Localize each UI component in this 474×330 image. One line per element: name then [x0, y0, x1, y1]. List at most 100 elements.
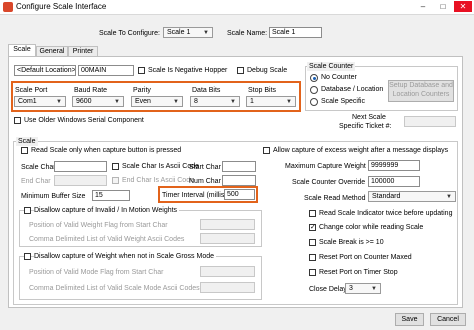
database-location-label: Database / Location [321, 86, 384, 93]
scale-break-label: Scale Break is >= 10 [319, 239, 384, 246]
scale-break-checkbox[interactable] [309, 239, 316, 246]
scale-char-ascii-checkbox[interactable] [112, 163, 119, 170]
reset-port-counter-checkbox[interactable] [309, 254, 316, 261]
end-char-label: End Char [21, 178, 51, 185]
parity-value: Even [135, 98, 151, 105]
debug-scale-label: Debug Scale [247, 67, 288, 74]
gross-position-label: Position of Valid Mode Flag from Start C… [29, 269, 164, 276]
disallow-gross-label: Disallow capture of Weight when not in S… [34, 252, 217, 261]
disallow-motion-checkbox[interactable] [24, 207, 31, 214]
disallow-gross-checkbox[interactable] [24, 253, 31, 260]
gross-comma-input[interactable] [200, 282, 255, 293]
chevron-down-icon: ▼ [203, 30, 209, 36]
start-char-label: Start Char [189, 164, 221, 171]
stop-bits-select[interactable]: 1 ▼ [246, 96, 296, 107]
baud-rate-label: Baud Rate [74, 87, 108, 94]
database-location-radio[interactable] [310, 86, 318, 94]
allow-excess-label: Allow capture of excess weight after a m… [273, 147, 449, 154]
data-bits-select[interactable]: 8 ▼ [190, 96, 240, 107]
use-older-windows-checkbox[interactable] [14, 117, 21, 124]
read-twice-checkbox[interactable] [309, 210, 316, 217]
max-capture-label: Maximum Capture Weight [285, 163, 366, 170]
disallow-motion-label: Disallow capture of Invalid / In Motion … [34, 206, 180, 215]
setup-counters-line2: Location Counters [392, 91, 450, 98]
read-scale-checkbox[interactable] [21, 147, 28, 154]
save-button[interactable]: Save [395, 313, 424, 326]
scale-name-label: Scale Name: [227, 30, 268, 37]
allow-excess-checkbox[interactable] [263, 147, 270, 154]
stop-bits-value: 1 [250, 98, 254, 105]
setup-counters-line1: Setup Database and [389, 82, 453, 89]
chevron-down-icon: ▼ [371, 286, 377, 292]
default-location-field[interactable]: <Default Location> [14, 65, 76, 76]
scale-specific-radio[interactable] [310, 98, 318, 106]
gross-position-input[interactable] [200, 266, 255, 277]
chevron-down-icon: ▼ [446, 194, 452, 200]
reset-port-timer-label: Reset Port on Timer Stop [319, 269, 398, 276]
close-delay-label: Close Delay [309, 286, 347, 293]
scale-name-input[interactable]: Scale 1 [269, 27, 322, 38]
min-buffer-label: Minimum Buffer Size [21, 193, 86, 200]
location-code-field[interactable]: 00MAIN [78, 65, 134, 76]
end-char-ascii-label: End Char Is Ascii Code [122, 177, 194, 184]
gross-mode-group [19, 256, 262, 300]
use-older-windows-label: Use Older Windows Serial Component [24, 117, 144, 124]
motion-comma-label: Comma Delimited List of Valid Weight Asc… [29, 236, 185, 243]
scale-specific-label: Scale Specific [321, 98, 365, 105]
cancel-button[interactable]: Cancel [430, 313, 466, 326]
save-button-label: Save [401, 316, 418, 323]
data-bits-label: Data Bits [192, 87, 221, 94]
stop-bits-label: Stop Bits [248, 87, 277, 94]
no-counter-label: No Counter [321, 74, 357, 81]
minimize-button[interactable]: – [414, 1, 432, 12]
min-buffer-input[interactable]: 15 [92, 190, 130, 201]
change-color-checkbox[interactable]: ✓ [309, 224, 316, 231]
negative-hopper-label: Scale Is Negative Hopper [148, 67, 228, 74]
end-char-ascii-checkbox[interactable] [112, 177, 119, 184]
change-color-label: Change color while reading Scale [319, 224, 424, 231]
parity-label: Parity [133, 87, 151, 94]
scale-port-label: Scale Port [15, 87, 48, 94]
baud-rate-value: 9600 [76, 98, 92, 105]
scale-to-configure-select[interactable]: Scale 1 ▼ [163, 27, 213, 38]
motion-position-input[interactable] [200, 219, 255, 230]
motion-position-label: Position of Valid Weight Flag from Start… [29, 222, 168, 229]
negative-hopper-checkbox[interactable] [138, 67, 145, 74]
next-ticket-label-1: Next Scale [352, 114, 386, 121]
reset-port-timer-checkbox[interactable] [309, 269, 316, 276]
scale-char-label: Scale Char [21, 164, 56, 171]
timer-interval-input[interactable]: 500 [224, 189, 255, 200]
read-method-select[interactable]: Standard ▼ [368, 191, 456, 202]
gross-comma-label: Comma Delimited List of Valid Scale Mode… [29, 285, 200, 292]
maximize-button[interactable]: □ [434, 1, 452, 12]
scale-char-input[interactable] [54, 161, 107, 172]
chevron-down-icon: ▼ [230, 99, 236, 105]
setup-counters-button[interactable]: Setup Database and Location Counters [388, 80, 454, 102]
end-char-input[interactable] [54, 175, 107, 186]
debug-scale-checkbox[interactable] [237, 67, 244, 74]
scale-to-configure-value: Scale 1 [167, 29, 191, 36]
motion-comma-input[interactable] [200, 233, 255, 244]
read-scale-label: Read Scale only when capture button is p… [31, 147, 182, 154]
counter-override-input[interactable]: 100000 [368, 176, 420, 187]
data-bits-value: 8 [194, 98, 198, 105]
read-twice-label: Read Scale Indicator twice before updati… [319, 210, 453, 217]
close-button[interactable]: ✕ [454, 1, 472, 12]
scale-port-value: Com1 [18, 98, 37, 105]
close-delay-select[interactable]: 3 ▼ [345, 283, 381, 294]
scale-port-select[interactable]: Com1 ▼ [14, 96, 66, 107]
chevron-down-icon: ▼ [56, 99, 62, 105]
reset-port-counter-label: Reset Port on Counter Maxed [319, 254, 412, 261]
counter-override-label: Scale Counter Override [292, 179, 366, 186]
scale-char-ascii-label: Scale Char Is Ascii Code [122, 163, 200, 170]
start-char-input[interactable] [222, 161, 256, 172]
parity-select[interactable]: Even ▼ [131, 96, 183, 107]
baud-rate-select[interactable]: 9600 ▼ [72, 96, 124, 107]
num-char-input[interactable] [222, 175, 256, 186]
next-ticket-label-2: Specific Ticket #: [339, 123, 392, 130]
no-counter-radio[interactable] [310, 74, 318, 82]
max-capture-input[interactable]: 9999999 [368, 160, 420, 171]
next-ticket-input[interactable] [404, 116, 456, 127]
checkmark-icon: ✓ [310, 224, 316, 231]
scale-to-configure-label: Scale To Configure: [99, 30, 160, 37]
